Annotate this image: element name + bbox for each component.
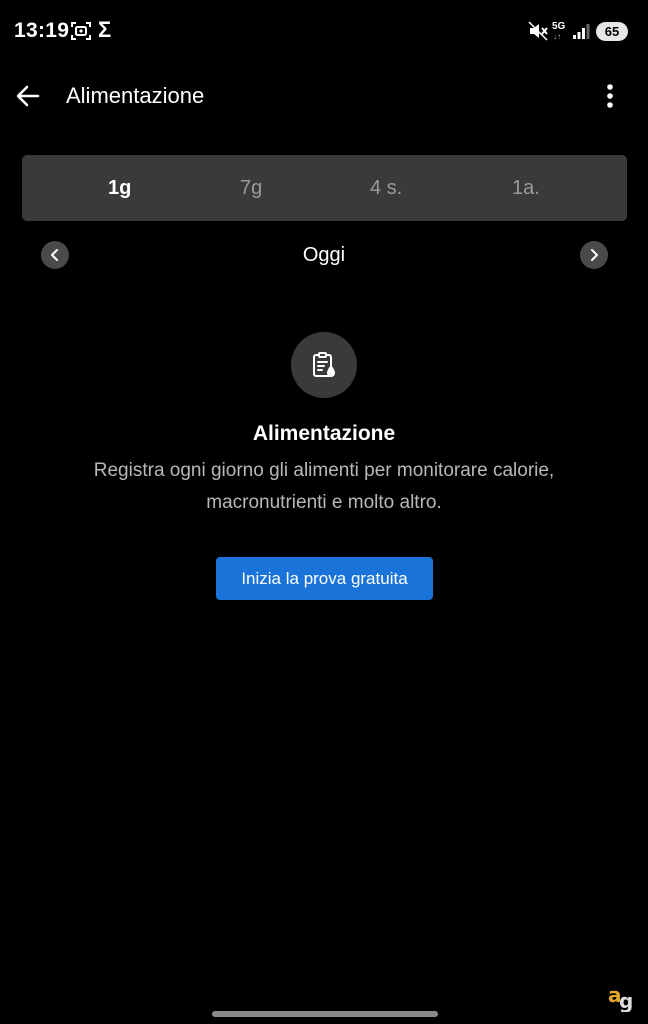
empty-state-description: Registra ogni giorno gli alimenti per mo… — [93, 460, 555, 513]
more-options-button[interactable] — [594, 78, 626, 114]
mute-icon — [527, 20, 549, 47]
date-navigation: Oggi — [0, 236, 648, 276]
screenshot-icon — [70, 20, 92, 47]
status-bar: 13:19 Σ 5G ↓↑ 65 — [0, 0, 648, 64]
arrow-left-icon — [16, 85, 40, 107]
status-time: 13:19 — [14, 19, 70, 42]
tab-1-year[interactable]: 1a. — [512, 176, 540, 200]
empty-state-title: Alimentazione — [252, 422, 396, 445]
tab-7-days[interactable]: 7g — [240, 176, 262, 200]
chevron-right-icon — [591, 249, 598, 261]
app-bar: Alimentazione — [0, 64, 648, 128]
signal-icon — [572, 22, 590, 45]
home-indicator[interactable] — [212, 1011, 438, 1017]
current-date-label: Oggi — [302, 244, 346, 266]
network-activity-icon: ↓↑ — [553, 32, 561, 41]
screen: 13:19 Σ 5G ↓↑ 65 Alimentazione 1g 7g 4 s… — [0, 0, 648, 1024]
next-date-button[interactable] — [580, 241, 608, 269]
network-type: 5G — [552, 21, 566, 32]
tab-1-day[interactable]: 1g — [108, 176, 131, 200]
sigma-icon: Σ — [98, 17, 112, 42]
range-tabs: 1g 7g 4 s. 1a. — [22, 155, 627, 221]
page-title: Alimentazione — [66, 83, 205, 108]
food-log-icon — [291, 332, 357, 398]
start-free-trial-button[interactable]: Inizia la prova gratuita — [216, 557, 433, 600]
watermark-logo: a g — [608, 983, 634, 1019]
back-button[interactable] — [10, 78, 46, 114]
battery-indicator: 65 — [596, 22, 628, 41]
svg-text:g: g — [619, 989, 633, 1012]
tab-4-weeks[interactable]: 4 s. — [370, 176, 402, 200]
more-vert-icon — [607, 84, 613, 108]
